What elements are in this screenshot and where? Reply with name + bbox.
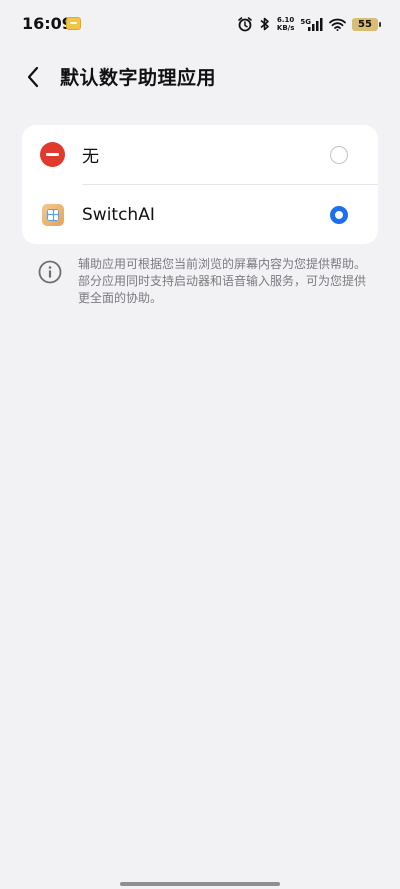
back-button[interactable] xyxy=(18,62,48,92)
chevron-left-icon xyxy=(27,66,39,88)
status-icons: 6.10 KB/s 5G 55 xyxy=(237,13,381,35)
option-label: 无 xyxy=(82,147,99,167)
radio-button-unselected[interactable] xyxy=(330,145,348,164)
none-icon xyxy=(40,142,65,167)
alarm-icon xyxy=(237,16,253,32)
radio-button-selected[interactable] xyxy=(330,205,348,224)
network-speed: 6.10 KB/s xyxy=(277,16,294,32)
info-icon xyxy=(38,260,62,284)
notification-app-icon xyxy=(66,17,81,30)
option-none[interactable]: 无 xyxy=(22,125,378,184)
switchai-app-icon xyxy=(42,203,64,226)
info-text: 辅助应用可根据您当前浏览的屏幕内容为您提供帮助。部分应用同时支持启动器和语音输入… xyxy=(78,257,367,305)
option-switchai[interactable]: SwitchAI xyxy=(22,185,378,244)
option-label: SwitchAI xyxy=(82,204,155,225)
network-speed-value: 6.10 xyxy=(276,16,295,24)
bluetooth-icon xyxy=(259,16,271,32)
battery-icon: 55 xyxy=(352,17,381,31)
network-type: 5G xyxy=(300,17,311,26)
page-title: 默认数字助理应用 xyxy=(60,67,217,89)
battery-level: 55 xyxy=(358,18,372,30)
header: 默认数字助理应用 xyxy=(0,54,400,98)
status-bar: 16:09 6.10 KB/s 5G 55 xyxy=(0,0,400,48)
home-indicator[interactable] xyxy=(120,882,280,886)
assistant-options-card: 无 SwitchAI xyxy=(22,125,378,244)
network-speed-unit: KB/s xyxy=(276,24,295,32)
wifi-icon xyxy=(329,18,346,31)
